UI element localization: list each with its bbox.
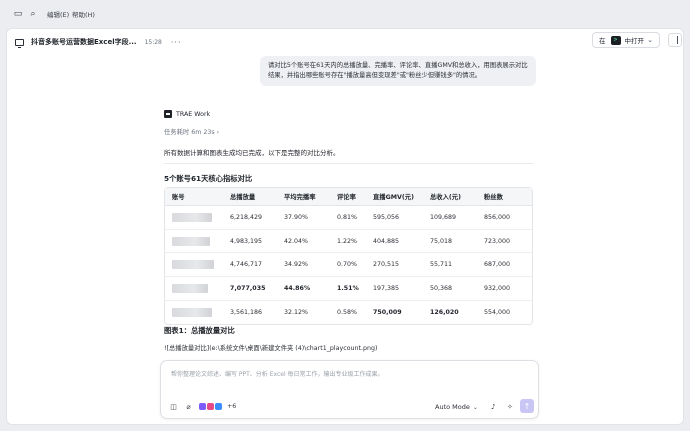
table-cell: 44.86% bbox=[277, 277, 330, 301]
table-cell: 42.04% bbox=[277, 230, 330, 254]
sparkle-icon[interactable]: ✧ bbox=[507, 403, 513, 411]
open-in-label: 中打开 bbox=[624, 37, 645, 45]
mode-chevron-icon: ⌄ bbox=[472, 404, 478, 411]
menu-help[interactable]: 帮助(H) bbox=[72, 9, 95, 19]
col-gmv: 直播GMV(元) bbox=[366, 188, 423, 206]
table-cell: 75,018 bbox=[423, 230, 477, 254]
attach-icon[interactable]: ⌀ bbox=[184, 402, 193, 411]
table-cell: 723,000 bbox=[477, 230, 532, 254]
app-chip-2-icon[interactable] bbox=[207, 403, 214, 410]
table-row: 3,561,186 32.12% 0.58% 750,009 126,020 554,00… bbox=[165, 301, 532, 325]
sidebar-toggle-icon[interactable]: ▭ bbox=[12, 8, 24, 20]
col-account: 账号 bbox=[165, 188, 223, 206]
table-cell: 750,009 bbox=[373, 309, 402, 317]
menu-edit[interactable]: 编辑(E) bbox=[47, 9, 69, 19]
table-cell: 932,000 bbox=[477, 277, 532, 301]
table-cell: 4,983,195 bbox=[223, 230, 277, 254]
table-row: 4,746,717 34.92% 0.70% 270,515 55,711 687,000 bbox=[165, 253, 532, 278]
table-cell: 6,218,429 bbox=[223, 206, 277, 230]
table-cell: 0.70% bbox=[330, 253, 366, 278]
account-cell bbox=[165, 206, 223, 230]
menu-bar: ▭ ⌕ 编辑(E) 帮助(H) bbox=[0, 0, 690, 28]
open-in-button[interactable]: 在 > 中打开 ⌄ bbox=[592, 32, 660, 48]
task-duration-toggle[interactable]: 任务耗时 6m 23s › bbox=[164, 127, 219, 136]
assistant-intro: 所有数据计算和图表生成均已完成，以下是完整的对比分析。 bbox=[164, 149, 340, 157]
table-cell: 109,689 bbox=[423, 206, 477, 230]
chat-window: 抖音多账号运营数据Excel字段... 15:28 ··· 在 > 中打开 ⌄ … bbox=[6, 28, 684, 425]
account-cell bbox=[165, 301, 223, 325]
user-message: 请对比5个账号在61天内的总播放量、完播率、评论率、直播GMV和总收入，用图表展… bbox=[260, 56, 536, 86]
terminal-app-icon: > bbox=[610, 35, 621, 45]
chat-time: 15:28 bbox=[144, 38, 162, 46]
trae-logo-icon bbox=[164, 110, 172, 118]
chat-header: 抖音多账号运营数据Excel字段... 15:28 ··· bbox=[15, 35, 182, 49]
redacted-account-name bbox=[172, 283, 208, 293]
table-cell: 126,020 bbox=[430, 309, 459, 317]
image-reference: ![总播放量对比](e:\系统文件\桌面\新建文件夹 (4)\chart1_pl… bbox=[164, 345, 378, 352]
table-cell: 270,515 bbox=[366, 253, 423, 278]
col-followers: 粉丝数 bbox=[477, 188, 532, 206]
search-icon[interactable]: ⌕ bbox=[27, 8, 39, 20]
chart-heading: 图表1：总播放量对比 bbox=[164, 326, 235, 335]
microphone-icon[interactable]: ♪ bbox=[491, 403, 495, 411]
table-heading: 5个账号61天核心指标对比 bbox=[164, 174, 253, 183]
side-panel-toggle-icon[interactable] bbox=[668, 33, 682, 47]
table-cell: 404,885 bbox=[366, 230, 423, 254]
table-row: 4,983,195 42.04% 1.22% 404,885 75,018 723,000 bbox=[165, 230, 532, 254]
send-button[interactable]: ↑ bbox=[520, 399, 534, 413]
assistant-name: TRAE Work bbox=[176, 110, 211, 118]
table-cell: 55,711 bbox=[423, 253, 477, 278]
redacted-account-name bbox=[172, 212, 212, 222]
col-plays: 总播放量 bbox=[223, 188, 277, 206]
redacted-account-name bbox=[172, 260, 214, 270]
chat-title[interactable]: 抖音多账号运营数据Excel字段... bbox=[31, 37, 137, 47]
table-row: 6,218,429 37.90% 0.81% 595,056 109,689 856,00… bbox=[165, 206, 532, 230]
table-header-row: 账号 总播放量 平均完播率 评论率 直播GMV(元) 总收入(元) 粉丝数 bbox=[165, 188, 532, 206]
table-cell: 3,561,186 bbox=[230, 309, 263, 317]
monitor-icon bbox=[15, 38, 24, 48]
table-cell: 1.22% bbox=[330, 230, 366, 254]
table-cell: 1.51% bbox=[330, 277, 366, 301]
redacted-account-name bbox=[172, 308, 212, 318]
table-cell: 32.12% bbox=[284, 309, 309, 317]
app-chip-1-icon[interactable] bbox=[199, 403, 206, 410]
table-cell: 0.58% bbox=[337, 309, 358, 317]
arrow-up-icon: ↑ bbox=[523, 401, 531, 411]
account-cell bbox=[165, 253, 223, 278]
table-cell: 7,077,035 bbox=[223, 277, 277, 301]
more-options-icon[interactable]: ··· bbox=[171, 38, 182, 47]
table-cell: 34.92% bbox=[277, 253, 330, 278]
table-row: 7,077,035 44.86% 1.51% 197,385 50,368 932,000 bbox=[165, 277, 532, 301]
table-cell: 4,746,717 bbox=[223, 253, 277, 278]
redacted-account-name bbox=[172, 236, 210, 246]
table-cell: 687,000 bbox=[477, 253, 532, 278]
table-cell: 0.81% bbox=[330, 206, 366, 230]
col-comment-rate: 评论率 bbox=[330, 188, 366, 206]
assistant-header: TRAE Work bbox=[164, 110, 210, 118]
mode-label: Auto Mode bbox=[435, 403, 470, 411]
message-composer[interactable]: 帮你整理论文综述、编写 PPT、分析 Excel 每日常工作，输出专业级工作成果… bbox=[160, 360, 539, 419]
skills-icon[interactable]: ◫ bbox=[169, 402, 178, 411]
open-in-prefix: 在 bbox=[599, 37, 606, 45]
more-apps-count[interactable]: +6 bbox=[227, 403, 236, 410]
chevron-down-icon[interactable]: ⌄ bbox=[647, 36, 653, 44]
task-duration-text: 任务耗时 6m 23s bbox=[164, 129, 215, 136]
mode-selector[interactable]: Auto Mode ⌄ bbox=[435, 403, 478, 411]
table-cell: 50,368 bbox=[423, 277, 477, 301]
table-cell: 197,385 bbox=[366, 277, 423, 301]
composer-tools: ◫ ⌀ +6 bbox=[169, 402, 236, 411]
account-cell bbox=[165, 277, 223, 301]
table-cell: 856,000 bbox=[477, 206, 532, 230]
table-cell: 595,056 bbox=[366, 206, 423, 230]
metrics-table: 账号 总播放量 平均完播率 评论率 直播GMV(元) 总收入(元) 粉丝数 6,… bbox=[164, 187, 533, 326]
account-cell bbox=[165, 230, 223, 254]
table-cell: 37.90% bbox=[277, 206, 330, 230]
table-cell: 554,000 bbox=[484, 309, 511, 317]
col-completion: 平均完播率 bbox=[277, 188, 330, 206]
app-chip-3-icon[interactable] bbox=[215, 403, 222, 410]
divider bbox=[164, 163, 534, 164]
chevron-right-icon: › bbox=[216, 129, 220, 136]
col-income: 总收入(元) bbox=[423, 188, 477, 206]
composer-placeholder[interactable]: 帮你整理论文综述、编写 PPT、分析 Excel 每日常工作，输出专业级工作成果… bbox=[171, 369, 384, 378]
